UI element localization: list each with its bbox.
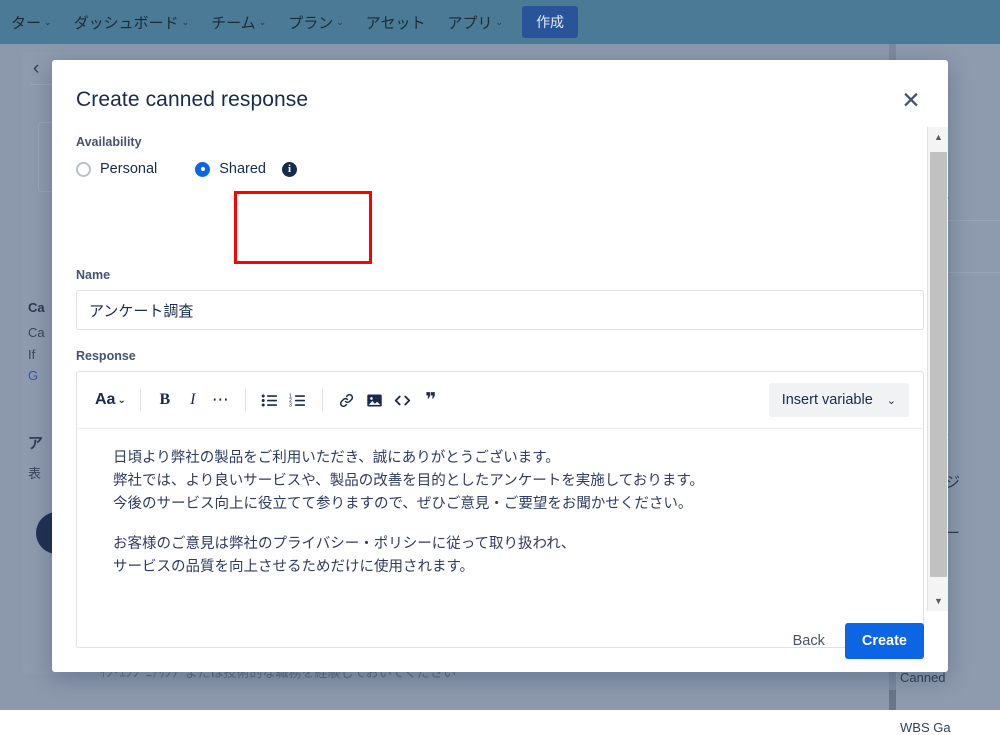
nav-item-asset[interactable]: アセット bbox=[355, 0, 437, 44]
insert-variable-dropdown[interactable]: Insert variable ⌄ bbox=[769, 383, 909, 417]
code-icon[interactable] bbox=[389, 385, 417, 415]
bullet-list-icon[interactable] bbox=[256, 385, 284, 415]
name-label: Name bbox=[76, 268, 924, 282]
toolbar-divider bbox=[322, 389, 323, 411]
response-field: Response Aa ⌄ B I ⋯ bbox=[76, 349, 924, 648]
radio-circle-shared[interactable] bbox=[195, 162, 210, 177]
insert-variable-label: Insert variable bbox=[782, 392, 873, 408]
nav-item-label: プラン bbox=[288, 12, 333, 33]
chevron-down-icon: ⌄ bbox=[182, 17, 190, 28]
nav-item-label: ター bbox=[11, 12, 41, 33]
info-icon[interactable]: i bbox=[282, 162, 297, 177]
name-field: Name アンケート調査 bbox=[76, 268, 924, 330]
editor-line: 日頃より弊社の製品をご利用いただき、誠にありがとうございます。 bbox=[113, 447, 887, 470]
nav-item-dashboard[interactable]: ダッシュボード ⌄ bbox=[63, 0, 201, 44]
chevron-down-icon: ⌄ bbox=[117, 395, 125, 406]
image-icon[interactable] bbox=[361, 385, 389, 415]
nav-item-team[interactable]: チーム ⌄ bbox=[200, 0, 277, 44]
background-link[interactable]: G bbox=[28, 368, 38, 383]
scrollbar-up-arrow[interactable]: ▲ bbox=[928, 127, 948, 147]
chevron-down-icon: ⌄ bbox=[259, 17, 267, 28]
rich-text-editor: Aa ⌄ B I ⋯ bbox=[76, 371, 924, 648]
nav-item-label: アセット bbox=[366, 12, 426, 33]
background-text-1: Ca bbox=[28, 300, 45, 315]
highlight-annotation-box bbox=[234, 191, 372, 264]
editor-toolbar-buttons: Aa ⌄ B I ⋯ bbox=[91, 385, 445, 415]
nav-item-label: アプリ bbox=[448, 12, 493, 33]
editor-line: 弊社では、より良いサービスや、製品の改善を目的としたアンケートを実施しております… bbox=[113, 470, 887, 493]
background-text-5: 表 bbox=[28, 463, 41, 482]
radio-circle-personal[interactable] bbox=[76, 162, 91, 177]
toolbar-divider bbox=[245, 389, 246, 411]
back-button[interactable]: Back bbox=[781, 625, 837, 657]
back-chevron-icon[interactable]: ‹ bbox=[33, 58, 39, 80]
background-text-3: If bbox=[28, 347, 35, 362]
create-canned-response-modal: Create canned response ✕ Availability Pe… bbox=[52, 60, 948, 672]
text-style-button[interactable]: Aa ⌄ bbox=[91, 385, 130, 415]
nav-item-label: チーム bbox=[211, 12, 256, 33]
availability-radio-group: Personal Shared i bbox=[76, 161, 297, 177]
svg-text:3: 3 bbox=[289, 402, 292, 408]
background-scrollbar-thumb[interactable] bbox=[889, 690, 896, 710]
create-button[interactable]: Create bbox=[845, 623, 924, 659]
radio-label-personal: Personal bbox=[100, 161, 157, 177]
name-input[interactable]: アンケート調査 bbox=[76, 290, 924, 330]
background-text-2: Ca bbox=[28, 325, 45, 340]
modal-title: Create canned response bbox=[76, 88, 308, 112]
rail-item-canned[interactable]: Canned bbox=[900, 670, 946, 685]
link-icon[interactable] bbox=[333, 385, 361, 415]
text-style-label: Aa bbox=[95, 391, 115, 409]
editor-paragraph-gap bbox=[113, 516, 887, 533]
bold-button[interactable]: B bbox=[151, 385, 179, 415]
more-formatting-button[interactable]: ⋯ bbox=[207, 385, 235, 415]
response-label: Response bbox=[76, 349, 924, 363]
italic-button[interactable]: I bbox=[179, 385, 207, 415]
scrollbar-thumb[interactable] bbox=[930, 152, 947, 577]
nav-item-0[interactable]: ター ⌄ bbox=[0, 0, 63, 44]
nav-item-plan[interactable]: プラン ⌄ bbox=[277, 0, 355, 44]
create-nav-button[interactable]: 作成 bbox=[522, 6, 578, 38]
close-icon[interactable]: ✕ bbox=[898, 88, 924, 114]
nav-item-apps[interactable]: アプリ ⌄ bbox=[437, 0, 515, 44]
chevron-down-icon: ⌄ bbox=[496, 17, 504, 28]
toolbar-divider bbox=[140, 389, 141, 411]
chevron-down-icon: ⌄ bbox=[44, 17, 52, 28]
scrollbar-down-arrow[interactable]: ▼ bbox=[928, 591, 948, 611]
radio-label-shared: Shared bbox=[219, 161, 266, 177]
chevron-down-icon: ⌄ bbox=[336, 17, 344, 28]
availability-field: Availability Personal Shared i bbox=[76, 135, 297, 177]
editor-line: サービスの品質を向上させるためだけに使用されます。 bbox=[113, 556, 887, 579]
chevron-down-icon: ⌄ bbox=[887, 394, 896, 407]
nav-item-label: ダッシュボード bbox=[74, 12, 179, 33]
rail-item-wbs[interactable]: WBS Ga bbox=[900, 720, 951, 735]
quote-icon[interactable]: ❞ bbox=[417, 385, 445, 415]
modal-scrollbar[interactable]: ▲ ▼ bbox=[927, 127, 948, 611]
modal-footer: Back Create bbox=[52, 610, 948, 672]
top-navigation-bar: ター ⌄ ダッシュボード ⌄ チーム ⌄ プラン ⌄ アセット アプリ ⌄ 作成 bbox=[0, 0, 1000, 44]
radio-option-personal[interactable]: Personal bbox=[76, 161, 157, 177]
editor-line: 今後のサービス向上に役立てて参りますので、ぜひご意見・ご要望をお聞かせください。 bbox=[113, 493, 887, 516]
numbered-list-icon[interactable]: 1 2 3 bbox=[284, 385, 312, 415]
editor-line: お客様のご意見は弊社のプライバシー・ポリシーに従って取り扱われ、 bbox=[113, 533, 887, 556]
radio-option-shared[interactable]: Shared i bbox=[195, 161, 297, 177]
editor-toolbar: Aa ⌄ B I ⋯ bbox=[77, 372, 923, 429]
availability-label: Availability bbox=[76, 135, 297, 149]
background-text-4: ア bbox=[28, 432, 43, 453]
